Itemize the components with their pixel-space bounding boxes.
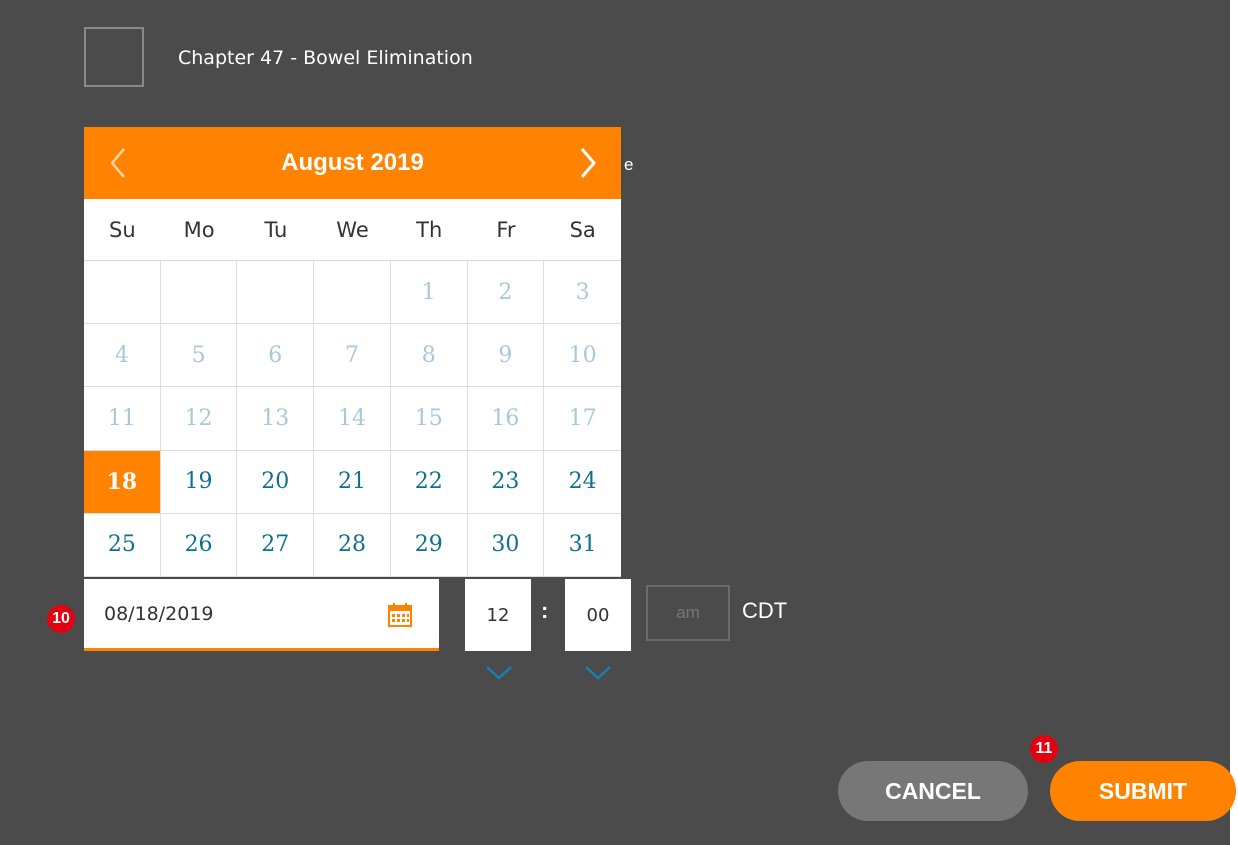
- calendar-month-title: August 2019: [281, 149, 424, 176]
- calendar-day-disabled: 15: [390, 387, 468, 451]
- calendar-day-disabled: 16: [467, 387, 545, 451]
- calendar-day[interactable]: 29: [390, 513, 468, 577]
- calendar-day[interactable]: 19: [160, 450, 238, 514]
- hour-chevron-down-icon[interactable]: [484, 664, 514, 682]
- calendar-day-selected[interactable]: 18: [84, 450, 161, 514]
- calendar-day-disabled: 17: [544, 387, 621, 451]
- cancel-button[interactable]: CANCEL: [838, 761, 1028, 821]
- calendar-day-disabled: 5: [160, 324, 238, 388]
- calendar-day[interactable]: 20: [237, 450, 315, 514]
- timezone-label: CDT: [742, 598, 788, 623]
- weekday-label: Sa: [569, 217, 596, 242]
- weekday-label: Th: [416, 217, 443, 242]
- page-edge: [1230, 0, 1238, 845]
- calendar-day-disabled: 4: [84, 324, 161, 388]
- calendar-empty-cell: [237, 261, 315, 325]
- calendar-day[interactable]: 21: [314, 450, 391, 514]
- date-picker-calendar: August 2019 Su Mo Tu We Th Fr Sa 1 2 3 4 5 6 7 8 9 10 11…: [84, 127, 621, 577]
- next-month-button[interactable]: [558, 127, 618, 199]
- weekday-label: Fr: [496, 217, 516, 242]
- date-input[interactable]: 08/18/2019: [84, 579, 439, 651]
- calendar-day[interactable]: 28: [314, 513, 391, 577]
- minute-input[interactable]: 00: [565, 579, 631, 651]
- date-input-value: 08/18/2019: [104, 603, 214, 625]
- calendar-day[interactable]: 22: [390, 450, 468, 514]
- chapter-checkbox[interactable]: [84, 27, 144, 87]
- step-badge-submit: 11: [1030, 735, 1058, 763]
- weekday-label: Tu: [264, 217, 288, 242]
- calendar-day-disabled: 2: [467, 261, 545, 325]
- calendar-day[interactable]: 27: [237, 513, 315, 577]
- calendar-day[interactable]: 24: [544, 451, 621, 514]
- hour-input[interactable]: 12: [465, 579, 531, 651]
- minute-chevron-down-icon[interactable]: [583, 664, 613, 682]
- calendar-day[interactable]: 30: [467, 513, 545, 577]
- calendar-icon[interactable]: [387, 602, 413, 628]
- weekday-label: Mo: [183, 217, 215, 242]
- calendar-day-disabled: 10: [544, 324, 621, 388]
- calendar-day-disabled: 13: [237, 387, 315, 451]
- calendar-day-disabled: 6: [237, 324, 315, 388]
- calendar-day[interactable]: 26: [160, 513, 238, 577]
- chevron-right-icon: [580, 148, 596, 178]
- chapter-label: Chapter 47 - Bowel Elimination: [178, 47, 473, 69]
- calendar-empty-cell: [84, 261, 161, 325]
- calendar-day-grid: 1 2 3 4 5 6 7 8 9 10 11 12 13 14 15 16 17 18 19 20 21 22 23 24 2…: [84, 261, 621, 577]
- calendar-day-disabled: 9: [467, 324, 545, 388]
- calendar-empty-cell: [314, 261, 391, 325]
- weekday-header-row: Su Mo Tu We Th Fr Sa: [84, 199, 621, 261]
- calendar-day-disabled: 11: [84, 387, 161, 451]
- weekday-label: We: [336, 217, 369, 242]
- submit-button[interactable]: SUBMIT: [1050, 761, 1236, 821]
- ampm-toggle[interactable]: am: [646, 585, 730, 641]
- calendar-day-disabled: 1: [390, 261, 468, 325]
- weekday-label: Su: [109, 217, 136, 242]
- calendar-day[interactable]: 25: [84, 513, 161, 577]
- time-separator: :: [541, 598, 549, 623]
- calendar-day-disabled: 14: [314, 387, 391, 451]
- obscured-text: e: [624, 155, 634, 174]
- calendar-day-disabled: 8: [390, 324, 468, 388]
- calendar-day[interactable]: 31: [544, 514, 621, 577]
- calendar-day-disabled: 7: [314, 324, 391, 388]
- calendar-day[interactable]: 23: [467, 450, 545, 514]
- calendar-day-disabled: 3: [544, 261, 621, 325]
- calendar-header: August 2019: [84, 127, 621, 199]
- calendar-empty-cell: [160, 261, 238, 325]
- calendar-day-disabled: 12: [160, 387, 238, 451]
- step-badge-date: 10: [47, 605, 75, 633]
